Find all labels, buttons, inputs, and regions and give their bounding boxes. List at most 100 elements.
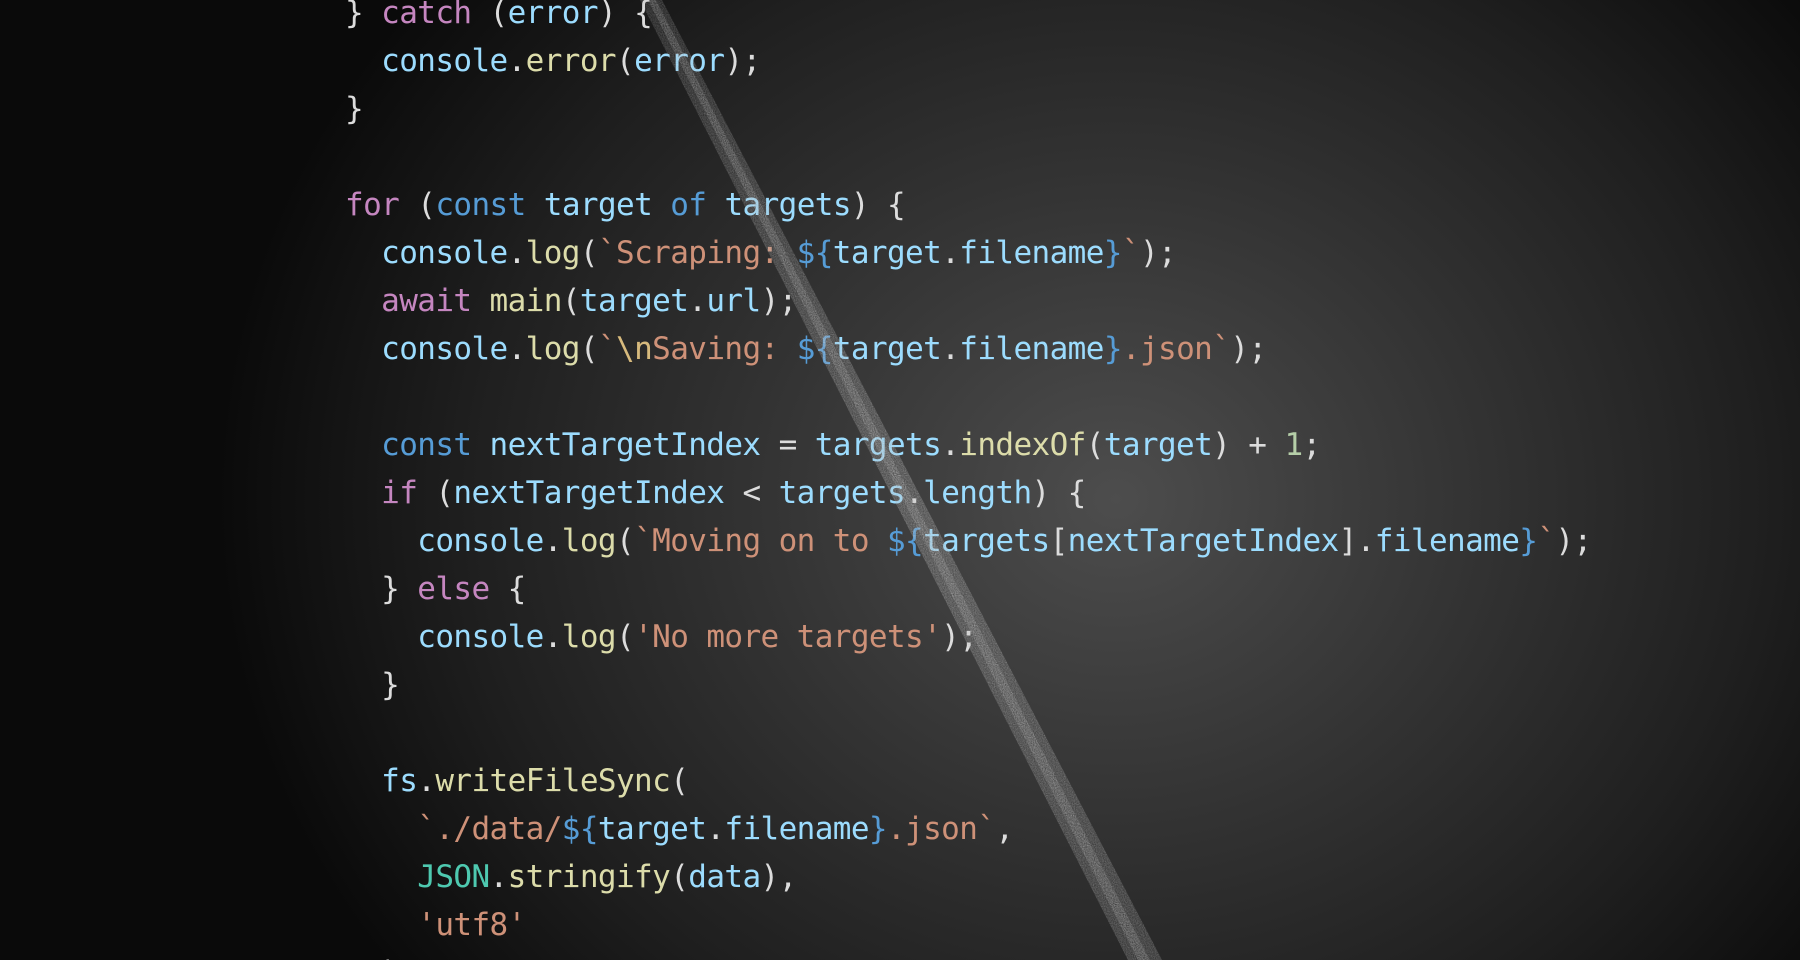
code-line[interactable] [345,709,1592,757]
code-token: ( [616,523,635,559]
code-token: } [868,811,888,847]
code-line[interactable]: console.log(`\nSaving: ${target.filename… [345,325,1592,373]
code-token: `./data/ [417,811,562,847]
code-token: } [345,91,364,127]
code-token: ); [1139,235,1177,271]
code-token: main [489,283,563,319]
code-token: console [417,619,544,655]
code-token: target [543,187,653,223]
code-token: ( [670,763,689,799]
code-line[interactable]: console.log(`Moving on to ${targets[next… [345,517,1592,565]
code-token: . [543,619,563,655]
code-token: { [489,571,527,607]
code-token: targets [814,427,942,463]
code-line[interactable] [345,133,1592,181]
code-token: target [1103,427,1213,463]
code-token: writeFileSync [435,763,671,799]
code-editor[interactable]: } catch (error) { console.error(error);}… [0,0,1800,960]
code-token: const [435,187,526,223]
code-line[interactable]: JSON.stringify(data), [345,853,1592,901]
code-token: ) + [1212,427,1285,463]
code-token: catch [381,0,472,31]
code-token: } [345,0,382,31]
code-token: , [995,811,1014,847]
code-token: ( [616,619,635,655]
code-token: . [941,235,960,271]
code-token: . [507,235,527,271]
code-token: console [417,523,544,559]
code-token: log [525,331,581,367]
code-line[interactable]: for (const target of targets) { [345,181,1592,229]
code-token: error [525,43,617,79]
code-token: log [561,523,617,559]
code-line[interactable]: } [345,85,1592,133]
code-token: target [597,811,707,847]
code-token: ${ [561,811,599,847]
code-token: . [941,427,960,463]
code-token: ); [941,619,978,655]
code-token: ]. [1338,523,1376,559]
code-line[interactable]: } [345,661,1592,709]
code-line[interactable]: fs.writeFileSync( [345,757,1592,805]
code-token: console [381,331,508,367]
code-token: ${ [796,331,834,367]
code-token: target [832,235,942,271]
code-token: url [706,283,761,319]
code-token: ) { [850,187,906,223]
code-line[interactable] [345,373,1592,421]
code-token: 'No more targets' [634,619,942,655]
code-token: fs [381,763,418,799]
code-token: log [561,619,617,655]
code-line[interactable]: console.error(error); [345,37,1592,85]
code-line[interactable]: await main(target.url); [345,277,1592,325]
code-token: else [417,571,490,607]
code-token: filename [959,331,1104,367]
code-token: ( [579,331,599,367]
code-line[interactable]: } catch (error) { [345,0,1592,37]
code-token: ` [1537,523,1556,559]
code-line[interactable]: 'utf8' [345,901,1592,949]
code-token: if [381,475,418,511]
code-token: } [345,667,400,703]
code-line[interactable]: } else { [345,565,1592,613]
code-token: ( [670,859,689,895]
code-token: . [905,475,924,511]
code-token: console [381,235,508,271]
code-token: Saving: [652,331,797,367]
code-line[interactable]: if (nextTargetIndex < targets.length) { [345,469,1592,517]
code-token: . [417,763,436,799]
code-line[interactable]: console.log('No more targets'); [345,613,1592,661]
code-token: log [525,235,581,271]
code-token: .json` [1121,331,1231,367]
code-line[interactable]: console.log(`Scraping: ${target.filename… [345,229,1592,277]
code-token: [ [1049,523,1069,559]
code-token: ) { [1031,475,1087,511]
code-token: ) { [597,0,653,31]
code-token: . [941,331,960,367]
code-line[interactable]: `./data/${target.filename}.json`, [345,805,1592,853]
code-token: nextTargetIndex [1067,523,1340,559]
code-token: ( [579,235,599,271]
code-line[interactable]: const nextTargetIndex = targets.indexOf(… [345,421,1592,469]
code-token: `Scraping: [597,235,797,271]
code-block[interactable]: } catch (error) { console.error(error);}… [345,0,1592,960]
code-line[interactable]: ); [345,949,1592,960]
code-token: < [724,475,779,511]
code-token: . [507,331,527,367]
code-token: ( [399,187,436,223]
code-token: ); [345,955,418,960]
